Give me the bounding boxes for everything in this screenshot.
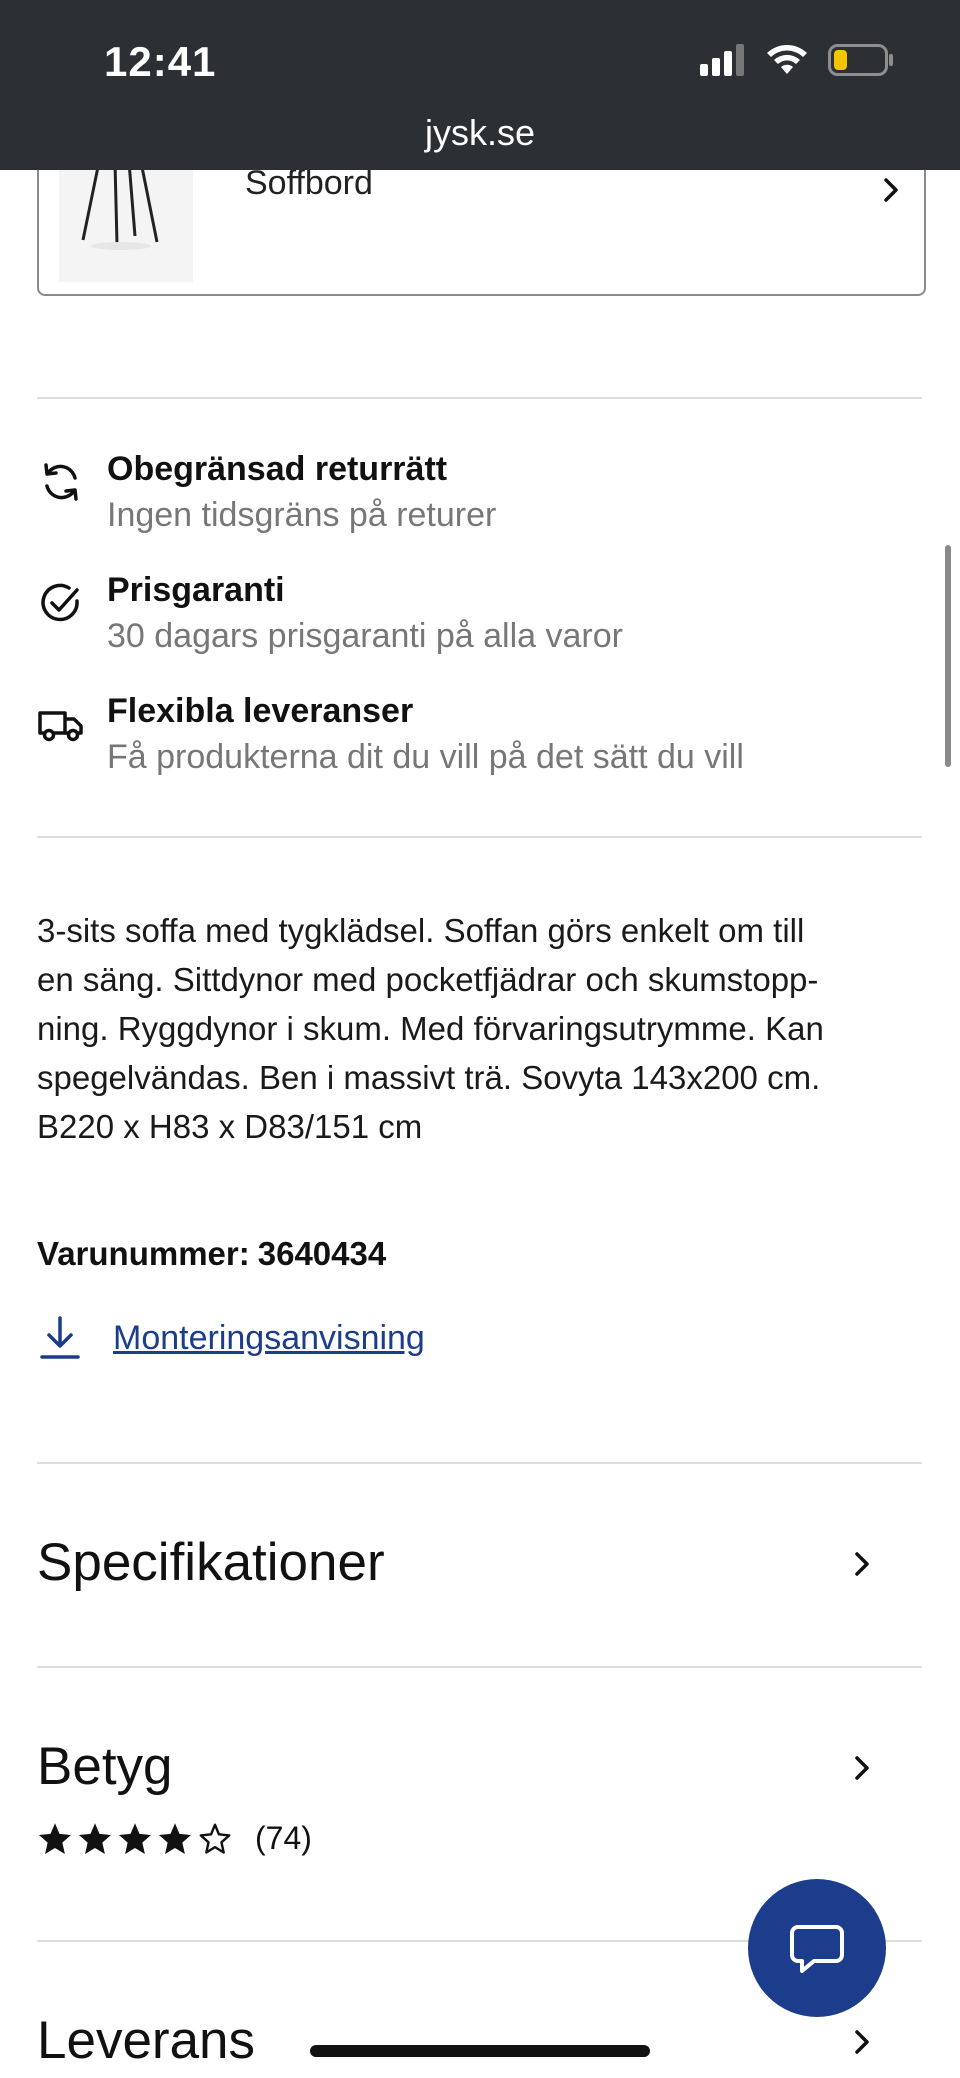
description-line: en säng. Sittdynor med pocketfjädrar och… (37, 961, 819, 998)
rating-header[interactable]: Betyg (37, 1736, 173, 1797)
star-filled-icon (78, 1822, 112, 1854)
sku: Varunummer: 3640434 (37, 1235, 386, 1273)
chevron-right-icon[interactable] (848, 2028, 876, 2056)
description-line: ning. Ryggdynor i skum. Med förvaringsut… (37, 1010, 824, 1047)
sku-value: 3640434 (257, 1235, 387, 1272)
divider (37, 1462, 922, 1464)
usp-returns: Obegränsad returrätt Ingen tidsgräns på … (37, 450, 922, 540)
star-empty-icon (199, 1823, 231, 1854)
usp-subtitle: 30 dagars prisgaranti på alla varor (107, 617, 623, 655)
assembly-instructions[interactable]: Monteringsanvisning (37, 1310, 425, 1366)
delivery-truck-icon (38, 711, 83, 742)
usp-delivery: Flexibla leveranser Få produkterna dit d… (37, 692, 922, 782)
battery-icon (828, 44, 893, 76)
cellular-signal-icon (700, 44, 744, 76)
status-icons (700, 44, 894, 76)
sku-label: Varunummer: (37, 1235, 250, 1272)
usp-title: Flexibla leveranser (107, 692, 414, 730)
description-line: B220 x H83 x D83/151 cm (37, 1108, 423, 1145)
divider (37, 397, 922, 399)
chevron-right-icon (884, 178, 898, 202)
status-time: 12:41 (104, 38, 217, 85)
chevron-right-icon[interactable] (848, 1550, 876, 1578)
divider (37, 1666, 922, 1668)
description-line: 3-sits soffa med tygklädsel. Soffan görs… (37, 912, 805, 949)
description-line: spegelvändas. Ben i massivt trä. Sovyta … (37, 1059, 821, 1096)
status-bar: 12:41 jysk.se (0, 0, 960, 170)
usp-title: Prisgaranti (107, 571, 285, 609)
specifications-header[interactable]: Specifikationer (37, 1532, 385, 1593)
divider (37, 836, 922, 838)
usp-title: Obegränsad returrätt (107, 450, 448, 488)
chat-button[interactable] (748, 1879, 886, 2017)
scroll-indicator[interactable] (945, 545, 951, 767)
star-filled-icon (158, 1822, 192, 1854)
wifi-icon (767, 45, 807, 74)
rating-summary[interactable]: (74) (37, 1820, 312, 1857)
chat-bubble-icon (790, 1925, 844, 1973)
rating-count: (74) (255, 1820, 312, 1856)
home-indicator[interactable] (310, 2045, 650, 2057)
download-icon (40, 1316, 80, 1359)
usp-subtitle: Ingen tidsgräns på returer (107, 496, 497, 534)
star-filled-icon (118, 1822, 152, 1854)
star-filled-icon (38, 1822, 72, 1854)
usp-price-guarantee: Prisgaranti 30 dagars prisgaranti på all… (37, 571, 922, 661)
chevron-right-icon[interactable] (848, 1754, 876, 1782)
usp-subtitle: Få produkterna dit du vill på det sätt d… (107, 738, 744, 776)
check-circle-icon (41, 583, 79, 622)
assembly-instructions-link[interactable]: Monteringsanvisning (113, 1319, 425, 1358)
address-bar-url[interactable]: jysk.se (0, 112, 960, 154)
return-arrows-icon (44, 463, 78, 501)
product-description: 3-sits soffa med tygklädsel. Soffan görs… (37, 906, 922, 1151)
delivery-header[interactable]: Leverans (37, 2010, 255, 2071)
